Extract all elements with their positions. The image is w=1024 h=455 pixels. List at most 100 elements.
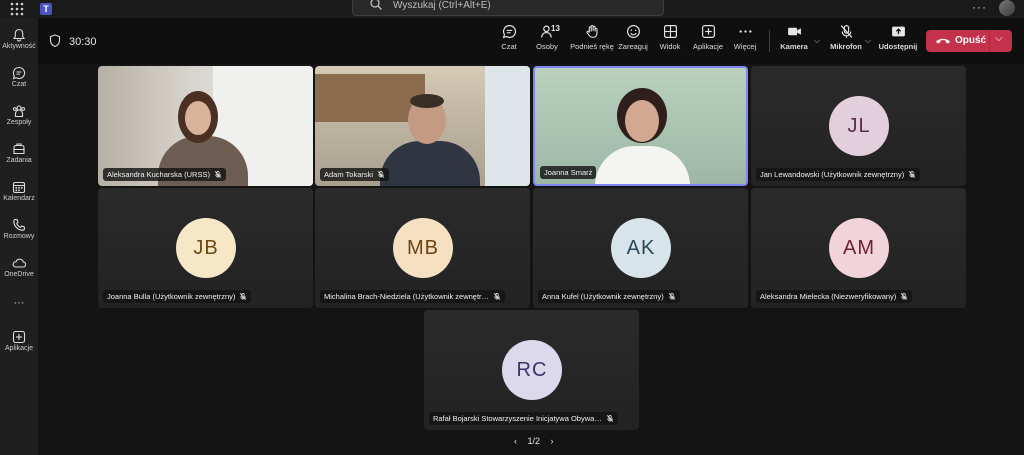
phone-icon [13, 218, 26, 231]
rail-item-teams[interactable]: Zespoły [0, 104, 38, 126]
teams-icon [12, 105, 26, 118]
smiley-icon [626, 25, 640, 38]
rail-item-tasks[interactable]: Zadania [0, 142, 38, 164]
participant-tile[interactable]: Adam Tokarski [315, 66, 530, 186]
search-box[interactable]: Wyszukaj (Ctrl+Alt+E) [352, 0, 664, 16]
camera-button[interactable]: Kamera [774, 24, 814, 51]
participant-name-chip: Joanna Bulla (Użytkownik zewnętrzny) [103, 290, 252, 303]
people-label: Osoby [536, 42, 558, 51]
rail-item-chat[interactable]: Czat [0, 66, 38, 88]
react-button[interactable]: Zareaguj [613, 24, 653, 51]
rail-label: Zadania [6, 157, 32, 164]
participant-name: Aleksandra Mielecka (Niezweryfikowany) [760, 292, 897, 301]
gallery-pager: ‹ 1/2 › [510, 436, 558, 446]
view-button[interactable]: Widok [650, 24, 690, 51]
participant-tile[interactable]: JL Jan Lewandowski (Użytkownik zewnętrzn… [751, 66, 966, 186]
leave-divider [989, 30, 990, 52]
leave-button[interactable]: Opuść ⌵ [926, 30, 1012, 52]
participant-name-chip: Michalina Brach-Niedziela (Użytkownik ze… [320, 290, 506, 303]
participant-avatar: JL [829, 96, 889, 156]
participant-avatar: AK [611, 218, 671, 278]
participant-tile[interactable]: RC Rafał Bojarski Stowarzyszenie Inicjat… [424, 310, 639, 430]
participant-tile[interactable]: MB Michalina Brach-Niedziela (Użytkownik… [315, 188, 530, 308]
tasks-icon [13, 143, 25, 155]
rail-item-apps[interactable]: Aplikacje [0, 330, 38, 352]
camera-label: Kamera [780, 42, 808, 51]
app-launcher-icon[interactable] [10, 2, 24, 16]
more-button[interactable]: Więcej [725, 24, 765, 51]
cloud-icon [12, 258, 26, 268]
participant-name-chip: Anna Kufel (Użytkownik zewnętrzny) [538, 290, 680, 303]
app-rail: Aktywność Czat Zespoły Zadania Kalendarz… [0, 18, 38, 455]
view-label: Widok [659, 42, 681, 51]
hand-icon [585, 24, 598, 38]
participant-name-chip: Aleksandra Kucharska (URSS) [103, 168, 226, 181]
chat-button[interactable]: Czat [489, 24, 529, 51]
rail-item-calls[interactable]: Rozmowy [0, 218, 38, 240]
chat-icon [502, 25, 516, 39]
hang-up-icon [936, 38, 950, 44]
rail-item-more[interactable]: ··· [0, 296, 38, 309]
title-bar: T Wyszukaj (Ctrl+Alt+E) ··· [0, 0, 1024, 18]
camera-icon [787, 27, 801, 36]
camera-options-chevron-icon[interactable]: ⌵ [814, 36, 820, 46]
chat-icon [12, 66, 26, 80]
previous-page-icon[interactable]: ‹ [514, 436, 517, 446]
more-icon [739, 30, 751, 33]
settings-more-icon[interactable]: ··· [972, 0, 987, 14]
rail-item-calendar[interactable]: Kalendarz [0, 180, 38, 202]
search-input[interactable]: Wyszukaj (Ctrl+Alt+E) [393, 0, 491, 11]
mic-off-icon [493, 292, 501, 300]
rail-label: Aktywność [2, 43, 36, 50]
people-button[interactable]: 13 Osoby [527, 24, 567, 51]
rail-label: Czat [11, 81, 27, 88]
rail-label: Aplikacje [4, 345, 33, 352]
participant-name: Anna Kufel (Użytkownik zewnętrzny) [542, 292, 664, 301]
participant-tile-active-speaker[interactable]: Joanna Smarż [533, 66, 748, 186]
raise-hand-button[interactable]: Podnieś rękę [569, 24, 615, 51]
bell-icon [12, 28, 26, 42]
react-label: Zareaguj [618, 42, 648, 51]
rail-label: Zespoły [6, 119, 32, 126]
mic-options-chevron-icon[interactable]: ⌵ [865, 36, 871, 46]
participant-name: Michalina Brach-Niedziela (Użytkownik ze… [324, 292, 490, 301]
participant-tile[interactable]: AK Anna Kufel (Użytkownik zewnętrzny) [533, 188, 748, 308]
participant-name: Jan Lewandowski (Użytkownik zewnętrzny) [760, 170, 905, 179]
participant-avatar: RC [502, 340, 562, 400]
apps-label: Aplikacje [692, 42, 723, 51]
mic-off-icon [901, 292, 908, 300]
share-button[interactable]: Udostępnij [878, 24, 918, 51]
participant-name-chip: Jan Lewandowski (Użytkownik zewnętrzny) [756, 168, 921, 181]
rail-label: OneDrive [4, 271, 34, 278]
toolbar-divider [769, 30, 770, 52]
participant-tile[interactable]: AM Aleksandra Mielecka (Niezweryfikowany… [751, 188, 966, 308]
people-count-badge: 13 [551, 24, 560, 33]
leave-label: Opuść [955, 35, 987, 46]
participant-name: Adam Tokarski [324, 170, 374, 179]
leave-options-chevron-icon[interactable]: ⌵ [995, 33, 1003, 44]
teams-logo-icon: T [40, 3, 52, 15]
participant-avatar: MB [393, 218, 453, 278]
share-icon [891, 26, 905, 37]
mic-button[interactable]: Mikrofon [826, 24, 866, 51]
participant-avatar: AM [829, 218, 889, 278]
mic-off-icon [240, 292, 247, 300]
participant-tile[interactable]: JB Joanna Bulla (Użytkownik zewnętrzny) [98, 188, 313, 308]
rail-item-onedrive[interactable]: OneDrive [0, 256, 38, 278]
rail-label: Kalendarz [3, 195, 35, 202]
search-icon [370, 0, 382, 10]
participant-name: Joanna Smarż [544, 168, 593, 177]
participant-tile[interactable]: Aleksandra Kucharska (URSS) [98, 66, 313, 186]
next-page-icon[interactable]: › [551, 436, 554, 446]
share-label: Udostępnij [878, 42, 918, 51]
participant-name: Joanna Bulla (Użytkownik zewnętrzny) [107, 292, 236, 301]
apps-button[interactable]: Aplikacje [688, 24, 728, 51]
chat-label: Czat [501, 42, 517, 51]
rail-item-activity[interactable]: Aktywność [0, 28, 38, 50]
mic-off-icon [377, 170, 385, 178]
user-avatar[interactable] [999, 0, 1015, 16]
mic-off-icon [214, 170, 222, 178]
meeting-toolbar: 30:30 Czat 13 Osoby Podnieś rękę Zareagu… [38, 18, 1024, 64]
mic-off-icon [606, 414, 613, 422]
rail-label: Rozmowy [3, 233, 35, 240]
